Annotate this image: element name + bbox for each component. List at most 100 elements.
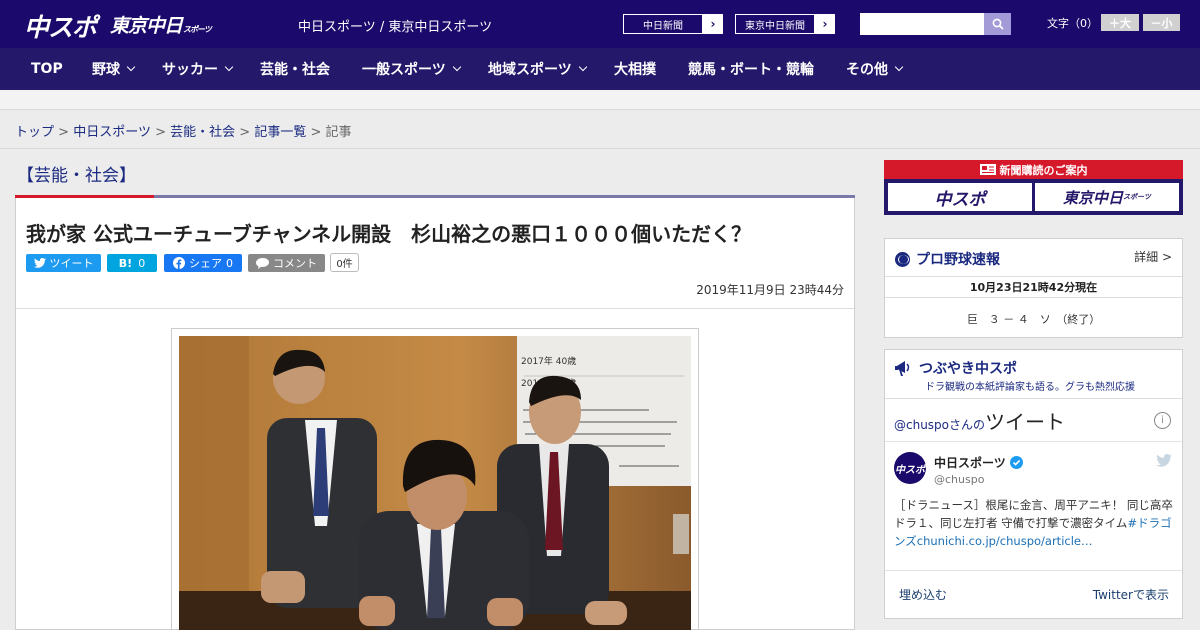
search-input[interactable] (860, 13, 984, 35)
ext-link-label: 東京中日新聞 (735, 14, 815, 34)
search-button[interactable] (984, 13, 1011, 35)
promo-tokyo-main: 東京中日 (1063, 188, 1124, 207)
tweet-button[interactable]: ツイート (26, 254, 101, 272)
baseball-update-time: 10月23日21時42分現在 (885, 276, 1182, 298)
tweet-timeline: @chuspoさんのツイート i 中スポ 中日スポーツ @chuspo ［ドラニ… (885, 398, 1182, 618)
nav-entertainment[interactable]: 芸能・社会 (260, 48, 330, 90)
facebook-count: 0 (226, 256, 233, 270)
nav-label: 地域スポーツ (488, 62, 572, 78)
photo-illustration: 2017年 40歳 2018年 41歳 (179, 336, 691, 630)
breadcrumb: トップ > 中日スポーツ > 芸能・社会 > 記事一覧 > 記事 (15, 121, 352, 140)
timeline-header[interactable]: @chuspoさんのツイート (894, 406, 1065, 435)
article-card: 我が家 公式ユーチューブチャンネル開設 杉山裕之の悪口１０００個いただく？ ツイ… (15, 198, 855, 630)
tsubuyaki-subtitle: ドラ観戦の本紙評論家も語る。グラも熱烈応援 (925, 382, 1135, 393)
font-smaller-button[interactable]: －小 (1143, 14, 1180, 31)
facebook-share-button[interactable]: シェア 0 (164, 254, 242, 272)
comment-count: 0件 (330, 253, 359, 272)
account-name[interactable]: 中日スポーツ (934, 454, 1023, 471)
nav-label: 競馬・ボート・競輪 (688, 62, 814, 78)
nav-local-sports[interactable]: 地域スポーツ (488, 48, 587, 90)
whiteboard-text: 2017年 40歳 (521, 355, 576, 367)
facebook-share-label: シェア (189, 257, 222, 270)
twitter-bird-icon[interactable] (1156, 454, 1172, 467)
chevron-right-icon: › (710, 17, 716, 31)
hatena-count: 0 (138, 256, 146, 270)
baseball-score[interactable]: 巨 ３ － ４ ソ （終了） (885, 311, 1182, 327)
article-photo-frame: 2017年 40歳 2018年 41歳 (171, 328, 699, 630)
embed-link[interactable]: 埋め込む (899, 586, 947, 603)
megaphone-icon (895, 360, 910, 376)
nav-label: その他 (846, 62, 888, 78)
tokyo-shimbun-link[interactable]: 東京中日新聞 › (734, 13, 836, 35)
hatena-bookmark-button[interactable]: B! 0 (107, 254, 157, 272)
promo-tokyo-sub: スポーツ (1123, 193, 1151, 201)
chevron-down-icon (452, 62, 461, 72)
site-header: 中スポ 東京中日スポーツ 中日スポーツ / 東京中日スポーツ 中日新聞 › 東京… (0, 0, 1200, 48)
nav-soccer[interactable]: サッカー (162, 48, 234, 90)
chevron-right-icon: › (822, 17, 828, 31)
speech-bubble-icon (256, 257, 269, 269)
ext-link-label: 中日新聞 (623, 14, 703, 34)
nav-baseball[interactable]: 野球 (92, 48, 136, 90)
nav-label: 野球 (92, 62, 120, 78)
baseball-detail-link[interactable]: 詳細 > (1134, 248, 1172, 265)
divider (885, 570, 1182, 571)
article-headline: 我が家 公式ユーチューブチャンネル開設 杉山裕之の悪口１０００個いただく？ (26, 222, 752, 246)
baseball-box-title: プロ野球速報 (895, 249, 1000, 269)
font-size-label: 文字（0） (1047, 17, 1098, 30)
account-handle[interactable]: @chuspo (934, 473, 984, 486)
breadcrumb-separator: > (239, 125, 251, 140)
nav-top[interactable]: TOP (31, 48, 63, 90)
account-name-text: 中日スポーツ (934, 456, 1006, 470)
tokyo-chunichi-logo[interactable]: 東京中日スポーツ (110, 11, 212, 38)
nav-sumo[interactable]: 大相撲 (614, 48, 656, 90)
breadcrumb-current: 記事 (325, 125, 352, 140)
tokyo-logo-main: 東京中日 (110, 15, 183, 37)
nav-general-sports[interactable]: 一般スポーツ (362, 48, 461, 90)
tweet-text: ［ドラニュース］根尾に金言、周平アニキ！ 同じ高卒ドラ１、同じ左打者 守備で打撃… (894, 496, 1176, 550)
breadcrumb-separator: > (58, 125, 70, 140)
chunichi-shimbun-link[interactable]: 中日新聞 › (622, 13, 724, 35)
breadcrumb-separator: > (155, 125, 166, 140)
timeline-header-prefix: @chuspoさんの (894, 418, 986, 432)
chevron-down-icon (126, 62, 136, 72)
tweet-link[interactable]: chunichi.co.jp/chuspo/article… (917, 534, 1093, 548)
nav-racing[interactable]: 競馬・ボート・競輪 (688, 48, 814, 90)
section-title: 【芸能・社会】 (17, 166, 136, 186)
breadcrumb-entertainment[interactable]: 芸能・社会 (170, 125, 235, 140)
breadcrumb-separator: > (310, 125, 322, 140)
promo-chuspo-logo[interactable]: 中スポ (888, 183, 1032, 211)
divider (16, 308, 854, 309)
nav-label: TOP (31, 61, 63, 77)
nav-other[interactable]: その他 (846, 48, 904, 90)
info-icon[interactable]: i (1154, 412, 1171, 429)
subscription-promo-title: 新聞購読のご案内 (884, 160, 1183, 179)
nav-label: サッカー (162, 62, 218, 78)
subscription-promo[interactable]: 新聞購読のご案内 中スポ 東京中日 スポーツ (884, 160, 1183, 215)
verified-badge-icon (1009, 456, 1023, 469)
chevron-down-icon (578, 62, 587, 72)
twitter-bird-icon (33, 258, 46, 268)
tsubuyaki-title: つぶやき中スポ (895, 358, 1017, 378)
font-larger-button[interactable]: ＋大 (1101, 14, 1139, 31)
divider (885, 441, 1182, 442)
nav-label: 芸能・社会 (260, 62, 330, 78)
breadcrumb-article-list[interactable]: 記事一覧 (254, 125, 306, 140)
view-on-twitter-link[interactable]: Twitterで表示 (1093, 586, 1169, 603)
comment-label: コメント (273, 257, 317, 270)
promo-tokyo-logo[interactable]: 東京中日 スポーツ (1035, 183, 1179, 211)
chuspo-logo[interactable]: 中スポ (24, 8, 97, 44)
tweet-label: ツイート (49, 257, 94, 270)
baseball-scores-box: プロ野球速報 詳細 > 10月23日21時42分現在 巨 ３ － ４ ソ （終了… (884, 238, 1183, 338)
article-photo[interactable]: 2017年 40歳 2018年 41歳 (179, 336, 691, 630)
baseball-icon (895, 251, 910, 267)
hatena-icon: B! (118, 256, 133, 270)
search-icon (992, 18, 1004, 30)
tokyo-logo-sub: スポーツ (183, 25, 212, 34)
breadcrumb-top[interactable]: トップ (15, 125, 54, 140)
account-avatar[interactable]: 中スポ (894, 452, 926, 484)
site-name: 中日スポーツ / 東京中日スポーツ (298, 20, 493, 35)
breadcrumb-chunichi-sports[interactable]: 中日スポーツ (73, 125, 151, 140)
publish-date: 2019年11月9日 23時44分 (696, 283, 844, 297)
comment-button[interactable]: コメント (248, 254, 325, 272)
